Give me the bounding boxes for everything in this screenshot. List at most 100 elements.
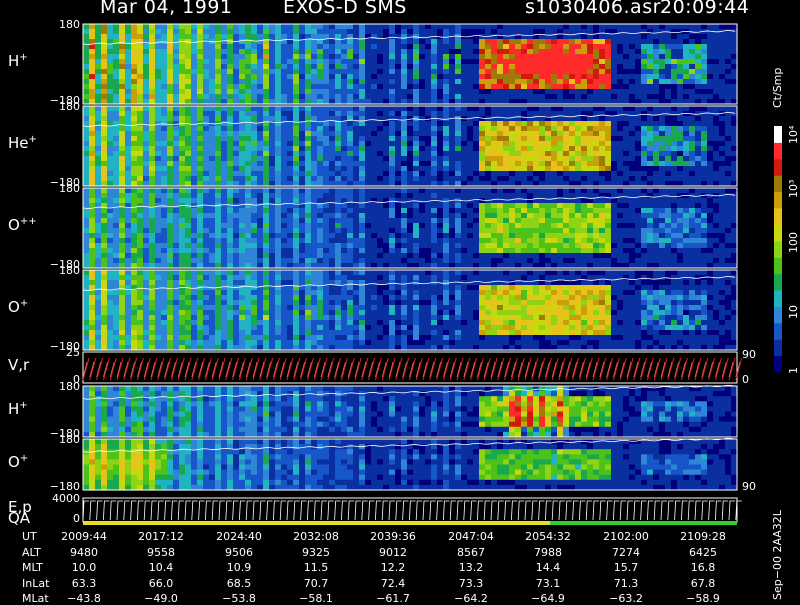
spectrogram-cell: [275, 106, 282, 112]
spectrogram-cell: [275, 238, 282, 244]
spectrogram-cell: [155, 59, 162, 65]
spectrogram-cell: [641, 49, 648, 55]
spectrogram-cell: [323, 146, 330, 152]
spectrogram-cell: [227, 39, 234, 45]
spectrogram-cell: [461, 238, 468, 244]
spectrogram-cell: [617, 223, 624, 229]
spectrogram-cell: [377, 218, 384, 224]
spectrogram-cell: [191, 141, 198, 147]
spectrogram-cell: [149, 44, 156, 50]
spectrogram-cell: [503, 49, 510, 55]
spectrogram-cell: [95, 193, 102, 199]
spectrogram-cell: [245, 161, 252, 167]
spectrogram-cell: [83, 218, 90, 224]
spectrogram-cell: [665, 34, 672, 40]
spectrogram-cell: [335, 69, 342, 75]
spectrogram-cell: [293, 253, 300, 259]
spectrogram-cell: [101, 198, 108, 204]
spectrogram-cell: [671, 24, 678, 30]
spectrogram-cell: [95, 188, 102, 194]
spectrogram-cell: [335, 44, 342, 50]
spectrogram-cell: [311, 54, 318, 60]
spectrogram-cell: [671, 136, 678, 142]
spectrogram-cell: [557, 188, 564, 194]
spectrogram-cell: [647, 208, 654, 214]
spectrogram-cell: [329, 156, 336, 162]
spectrogram-cell: [365, 111, 372, 117]
spectrogram-cell: [125, 49, 132, 55]
spectrogram-cell: [413, 223, 420, 229]
spectrogram-cell: [335, 156, 342, 162]
spectrogram-cell: [593, 89, 600, 95]
spectrogram-cell: [89, 79, 96, 85]
spectrogram-cell: [641, 218, 648, 224]
spectrogram-cell: [353, 223, 360, 229]
spectrogram-cell: [377, 208, 384, 214]
spectrogram-cell: [569, 156, 576, 162]
spectrogram-cell: [227, 141, 234, 147]
spectrogram-cell: [191, 258, 198, 264]
spectrogram-cell: [437, 203, 444, 209]
spectrogram-cell: [425, 141, 432, 147]
spectrogram-cell: [329, 243, 336, 249]
spectrogram-cell: [329, 223, 336, 229]
spectrogram-cell: [413, 69, 420, 75]
spectrogram-cell: [677, 171, 684, 177]
spectrogram-cell: [269, 233, 276, 239]
spectrogram-cell: [365, 24, 372, 30]
spectrogram-cell: [335, 106, 342, 112]
spectrogram-cell: [617, 64, 624, 70]
spectrogram-cell: [527, 106, 534, 112]
spectrogram-cell: [431, 126, 438, 132]
spectrogram-cell: [683, 151, 690, 157]
spectrogram-cell: [215, 141, 222, 147]
spectrogram-cell: [623, 121, 630, 127]
spectrogram-cell: [605, 24, 612, 30]
spectrogram-cell: [245, 29, 252, 35]
spectrogram-cell: [521, 29, 528, 35]
spectrogram-cell: [371, 161, 378, 167]
spectrogram-cell: [533, 176, 540, 182]
spectrogram-cell: [317, 258, 324, 264]
spectrogram-cell: [581, 213, 588, 219]
spectrogram-cell: [269, 161, 276, 167]
spectrogram-cell: [143, 59, 150, 65]
spectrogram-cell: [509, 111, 516, 117]
spectrogram-cell: [131, 223, 138, 229]
spectrogram-cell: [209, 146, 216, 152]
spectrogram-cell: [431, 29, 438, 35]
spectrogram-cell: [635, 121, 642, 127]
spectrogram-cell: [683, 54, 690, 60]
spectrogram-cell: [557, 243, 564, 249]
spectrogram-cell: [173, 84, 180, 90]
spectrogram-cell: [329, 39, 336, 45]
spectrogram-cell: [605, 141, 612, 147]
spectrogram-cell: [551, 156, 558, 162]
spectrogram-cell: [623, 213, 630, 219]
spectrogram-cell: [89, 131, 96, 137]
spectrogram-cell: [281, 193, 288, 199]
spectrogram-cell: [287, 151, 294, 157]
spectrogram-cell: [395, 161, 402, 167]
spectrogram-cell: [467, 176, 474, 182]
spectrogram-cell: [575, 89, 582, 95]
spectrogram-cell: [719, 74, 726, 80]
spectrogram-cell: [407, 253, 414, 259]
spectrogram-cell: [245, 156, 252, 162]
spectrogram-cell: [491, 161, 498, 167]
spectrogram-cell: [329, 54, 336, 60]
spectrogram-cell: [623, 253, 630, 259]
spectrogram-cell: [179, 208, 186, 214]
spectrogram-cell: [557, 218, 564, 224]
spectrogram-cell: [299, 126, 306, 132]
spectrogram-cell: [527, 161, 534, 167]
spectrogram-cell: [509, 141, 516, 147]
spectrogram-cell: [419, 121, 426, 127]
spectrogram-cell: [479, 89, 486, 95]
spectrogram-cell: [557, 248, 564, 254]
spectrogram-cell: [287, 161, 294, 167]
spectrogram-cell: [725, 176, 732, 182]
spectrogram-cell: [329, 24, 336, 30]
spectrogram-cell: [287, 213, 294, 219]
spectrogram-cell: [485, 64, 492, 70]
